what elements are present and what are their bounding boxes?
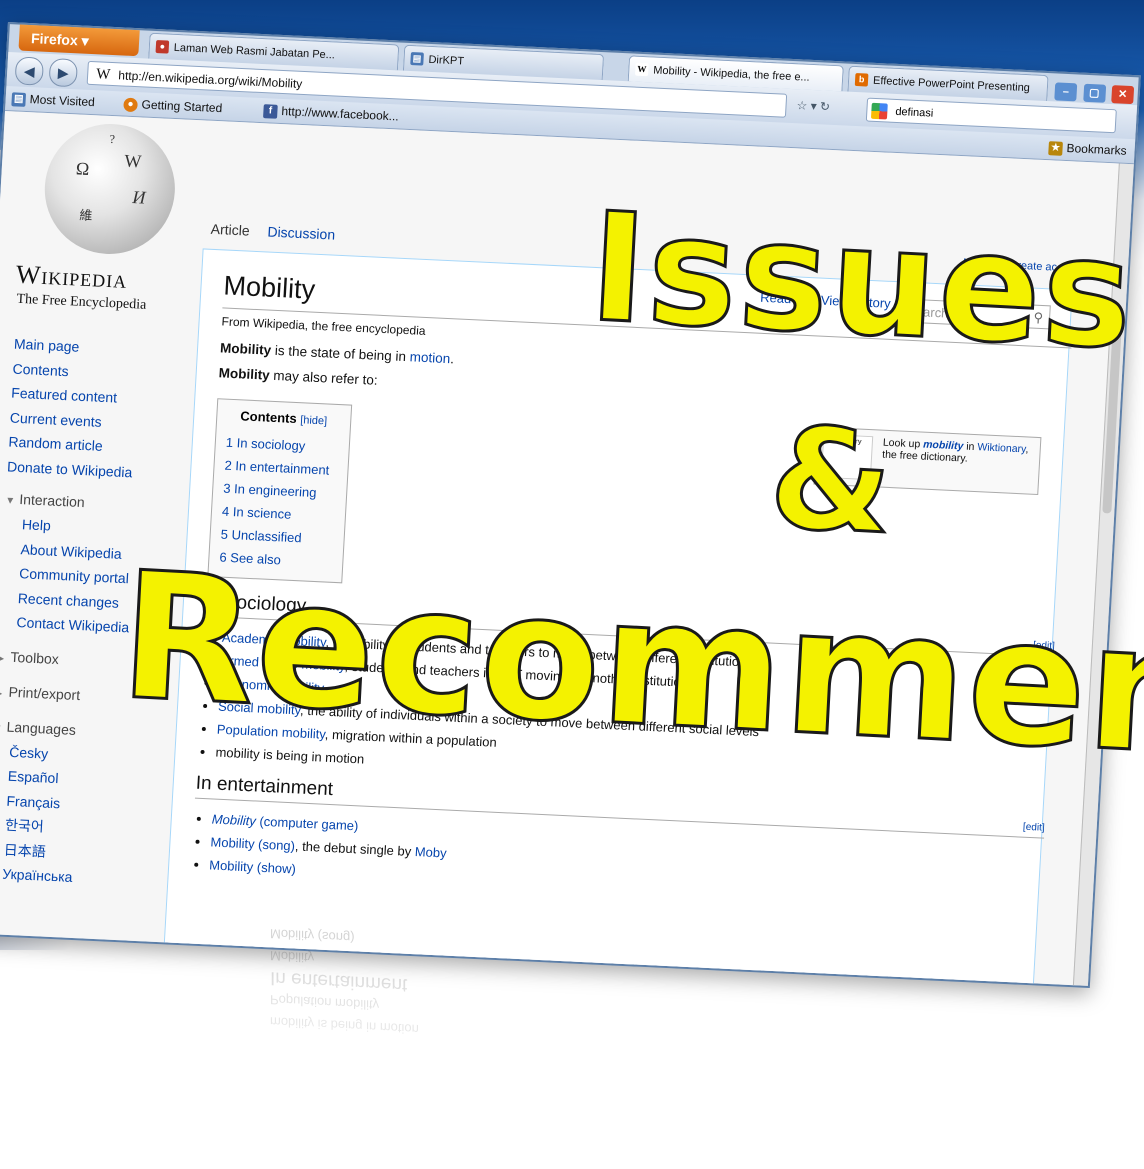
refer-text: may also refer to: <box>269 367 379 388</box>
tab-label: Mobility - Wikipedia, the free e... <box>652 64 810 84</box>
tab-label: Effective PowerPoint Presenting <box>872 74 1031 95</box>
reload-icon[interactable]: ↻ <box>820 99 831 113</box>
overlay-title-issues: Issues <box>584 179 1140 384</box>
star-icon[interactable]: ☆ <box>796 98 808 112</box>
most-visited-icon: ▤ <box>11 92 27 107</box>
toc-title: Contents [hide] <box>227 408 341 428</box>
toc-hide-link[interactable]: [hide] <box>300 414 328 427</box>
tab-label: DirKPT <box>428 53 465 68</box>
group-label: Print/export <box>8 683 81 703</box>
bookmark-most-visited[interactable]: ▤ Most Visited <box>11 86 95 114</box>
bookmark-label: http://www.facebook... <box>281 103 400 124</box>
item-link-suffix[interactable]: (computer game) <box>255 814 359 834</box>
wikipedia-icon: W <box>634 62 649 77</box>
search-value: definasi <box>895 105 934 120</box>
item-text: , the debut single by <box>294 838 416 860</box>
facebook-icon: f <box>263 103 278 119</box>
back-arrow-icon: ◀ <box>23 62 36 80</box>
motion-link[interactable]: motion <box>409 349 450 366</box>
red-globe-icon: ● <box>155 40 170 54</box>
wikipedia-wordmark: Wikipedia <box>15 259 129 294</box>
wikipedia-tagline: The Free Encyclopedia <box>16 291 147 313</box>
lead-end: . <box>449 351 455 367</box>
lead-text: is the state of being in <box>270 342 411 365</box>
tab-label: Laman Web Rasmi Jabatan Pe... <box>173 41 336 62</box>
refer-bold: Mobility <box>218 365 271 383</box>
browser-window: Firefox ▾ ● Laman Web Rasmi Jabatan Pe..… <box>0 22 1141 988</box>
bookmark-label: Most Visited <box>29 92 96 110</box>
wiktionary-link[interactable]: Wiktionary <box>977 441 1026 455</box>
firefox-menu-button[interactable]: Firefox ▾ <box>18 24 140 57</box>
wikipedia-globe-logo[interactable]: Ω W И 維? <box>41 121 179 257</box>
firefox-icon: ● <box>123 97 138 113</box>
edit-link[interactable]: [edit] <box>1023 822 1045 834</box>
forward-arrow-icon: ▶ <box>57 64 70 81</box>
page-icon: ▤ <box>410 52 424 66</box>
toc-title-text: Contents <box>240 408 298 427</box>
bookmarks-menu[interactable]: ★ Bookmarks <box>1048 135 1127 163</box>
bookmark-getting-started[interactable]: ● Getting Started <box>123 92 223 121</box>
item-link[interactable]: Mobility <box>211 811 256 828</box>
bookmark-label: Getting Started <box>141 97 223 116</box>
b-icon: b <box>854 72 869 87</box>
maximize-icon[interactable]: ▢ <box>1082 83 1106 103</box>
reload-controls[interactable]: ☆ ▾ ↻ <box>796 98 830 114</box>
heading-text: In entertainment <box>195 772 334 801</box>
item-link[interactable]: Mobility (song) <box>210 834 295 853</box>
bookmarks-icon: ★ <box>1048 140 1063 156</box>
wikt-mid: in <box>963 440 978 454</box>
forward-button[interactable]: ▶ <box>48 58 79 88</box>
triangle-down-icon: ▼ <box>4 495 16 507</box>
back-button[interactable]: ◀ <box>14 56 45 86</box>
google-icon <box>870 102 888 120</box>
bookmark-label: Bookmarks <box>1066 141 1127 158</box>
group-label: Languages <box>6 718 77 738</box>
item-link[interactable]: Mobility (show) <box>209 857 296 876</box>
tab-discussion[interactable]: Discussion <box>267 223 336 242</box>
close-icon[interactable]: ✕ <box>1111 85 1135 105</box>
tab-article[interactable]: Article <box>210 221 250 239</box>
content-tabs: Article Discussion <box>210 221 349 243</box>
overlay-title-ampersand: & <box>764 395 897 567</box>
group-label: Toolbox <box>10 648 60 667</box>
window-controls: – ▢ ✕ <box>1052 81 1135 105</box>
url-text: http://en.wikipedia.org/wiki/Mobility <box>117 68 303 91</box>
lead-bold: Mobility <box>219 340 272 358</box>
group-label: Interaction <box>18 491 86 511</box>
wikipedia-icon: W <box>95 66 111 83</box>
minimize-icon[interactable]: – <box>1054 82 1078 102</box>
moby-link[interactable]: Moby <box>414 844 447 860</box>
